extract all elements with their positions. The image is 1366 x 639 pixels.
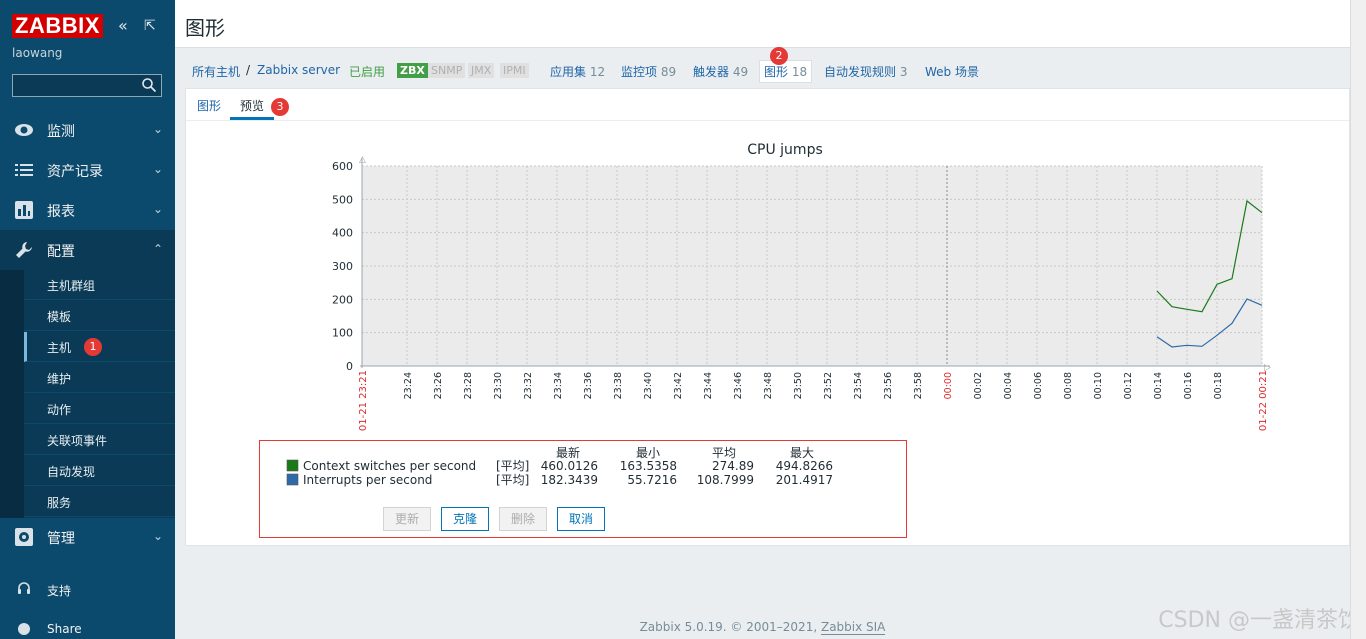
y-tick-label: 100	[332, 327, 353, 340]
x-tick-label: 23:36	[583, 372, 594, 399]
legend-min: 163.5358	[620, 459, 677, 473]
x-tick-label: 23:32	[523, 372, 534, 399]
legend-header-min: 最小	[636, 446, 660, 460]
y-tick-label: 600	[332, 160, 353, 173]
chevron-down-icon: ⌄	[152, 529, 163, 543]
y-tick-label: 400	[332, 227, 353, 240]
share-label: Share	[47, 622, 82, 636]
share-icon	[18, 623, 30, 635]
x-tick-label: 23:44	[703, 372, 714, 399]
menu-administration[interactable]: 管理 ⌄	[0, 517, 175, 557]
submenu-label: 服务	[47, 496, 72, 510]
graph-preview: CPU jumps 600 500 400 300 200 100 0 23:24 23:26…	[332, 142, 1271, 431]
legend-func: [平均]	[496, 473, 529, 487]
footer-text: Zabbix 5.0.19. © 2001–2021,	[639, 620, 821, 634]
scrollbar[interactable]	[1350, 0, 1366, 639]
x-tick-label: 00:02	[973, 372, 984, 399]
legend-name: Interrupts per second	[303, 473, 432, 487]
legend-avg: 108.7999	[697, 473, 754, 487]
legend-swatch-interrupts	[286, 473, 299, 486]
legend-max: 201.4917	[776, 473, 833, 487]
legend-avg: 274.89	[712, 459, 754, 473]
y-axis-ticks: 600 500 400 300 200 100 0	[332, 160, 353, 373]
footer-link[interactable]: Zabbix SIA	[820, 620, 886, 635]
x-tick-label: 23:54	[853, 372, 864, 399]
x-tick-label: 23:56	[883, 372, 894, 399]
legend-header-max: 最大	[790, 446, 814, 460]
x-tick-label: 23:52	[823, 372, 834, 399]
x-tick-label: 00:18	[1213, 372, 1224, 399]
y-tick-label: 0	[346, 360, 353, 373]
x-tick-label: 23:50	[793, 372, 804, 399]
submenu-label: 自动发现	[47, 465, 96, 479]
headset-icon	[18, 582, 30, 594]
x-tick-label: 23:48	[763, 372, 774, 399]
legend-header-avg: 平均	[712, 446, 736, 460]
legend-table: 最新 最小 平均 最大 Context switches per second …	[286, 445, 833, 487]
x-tick-label: 23:34	[553, 372, 564, 399]
clone-button[interactable]: 克隆	[441, 507, 489, 531]
y-tick-label: 500	[332, 193, 353, 206]
legend-last: 182.3439	[541, 473, 598, 487]
legend-min: 55.7216	[627, 473, 677, 487]
share-link[interactable]: Share	[0, 616, 175, 639]
legend-swatch-context-switches	[286, 459, 299, 472]
submenu-item-discovery[interactable]: 自动发现	[24, 456, 175, 486]
graph-legend-panel: 最新 最小 平均 最大 Context switches per second …	[259, 440, 907, 538]
x-tick-label: 23:28	[463, 372, 474, 399]
x-tick-label: 00:16	[1183, 372, 1194, 399]
update-button[interactable]: 更新	[383, 507, 431, 531]
watermark: CSDN @一盏清茶饮	[1158, 608, 1360, 633]
x-axis-ticks: 23:24 23:26 23:28 23:30 23:32 23:34 23:36 23:38…	[358, 370, 1269, 431]
x-range-label: 01-21 23:21	[358, 370, 369, 431]
x-tick-label: 00:00	[943, 372, 954, 399]
x-range-label: 01-22 00:21	[1258, 370, 1269, 431]
menu-label: 管理	[47, 531, 75, 547]
x-tick-label: 23:46	[733, 372, 744, 399]
legend-max: 494.8266	[776, 459, 833, 473]
x-tick-label: 00:14	[1153, 372, 1164, 399]
x-tick-label: 23:24	[403, 372, 414, 399]
y-axis-arrow: △	[359, 155, 366, 165]
cancel-button[interactable]: 取消	[557, 507, 605, 531]
delete-button[interactable]: 删除	[499, 507, 547, 531]
support-label: 支持	[47, 584, 72, 598]
y-tick-label: 200	[332, 293, 353, 306]
submenu-item-services[interactable]: 服务	[24, 487, 175, 517]
y-tick-label: 300	[332, 260, 353, 273]
x-tick-label: 23:38	[613, 372, 624, 399]
chart-title: CPU jumps	[747, 142, 823, 158]
legend-func: [平均]	[496, 459, 529, 473]
x-tick-label: 00:06	[1033, 372, 1044, 399]
gear-icon	[15, 528, 33, 546]
legend-name: Context switches per second	[303, 459, 476, 473]
x-tick-label: 00:08	[1063, 372, 1074, 399]
x-tick-label: 23:42	[673, 372, 684, 399]
x-tick-label: 00:10	[1093, 372, 1104, 399]
legend-last: 460.0126	[541, 459, 598, 473]
x-tick-label: 23:26	[433, 372, 444, 399]
x-tick-label: 23:58	[913, 372, 924, 399]
x-tick-label: 23:30	[493, 372, 504, 399]
support-link[interactable]: 支持	[0, 576, 175, 606]
x-tick-label: 23:40	[643, 372, 654, 399]
legend-header-last: 最新	[556, 445, 580, 460]
x-tick-label: 00:12	[1123, 372, 1134, 399]
x-axis-arrow: ▷	[1264, 363, 1271, 373]
x-tick-label: 00:04	[1003, 372, 1014, 399]
